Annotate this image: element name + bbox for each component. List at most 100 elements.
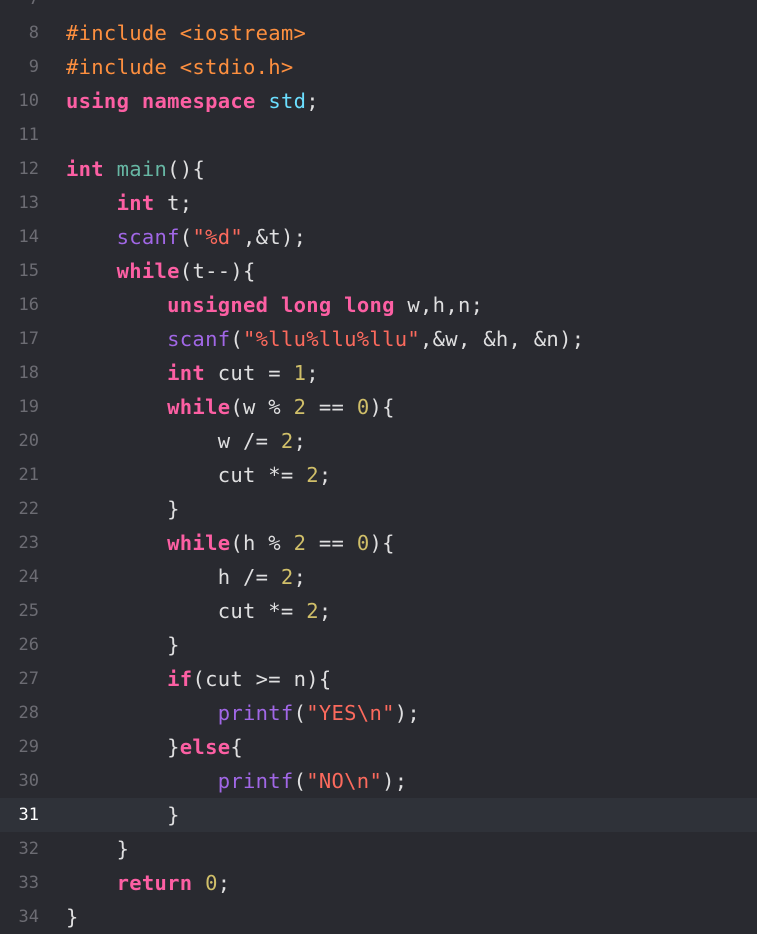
code-token: cut *= (66, 599, 307, 623)
code-line-19[interactable]: 19 while(w % 2 == 0){ (0, 390, 757, 424)
code-text[interactable]: scanf("%d",&t); (66, 220, 306, 254)
code-text[interactable]: int cut = 1; (66, 356, 319, 390)
code-token: ; (306, 361, 319, 385)
line-number: 11 (18, 125, 39, 145)
code-text[interactable]: cut *= 2; (66, 594, 332, 628)
code-token: } (66, 837, 130, 861)
code-token: scanf (116, 225, 180, 249)
code-text[interactable]: } (66, 492, 180, 526)
line-number: 28 (18, 703, 39, 723)
line-number: 7 (0, 0, 39, 16)
code-line-20[interactable]: 20 w /= 2; (0, 424, 757, 458)
code-token: (t--){ (179, 259, 256, 283)
code-token: ; (318, 463, 332, 487)
code-text[interactable]: int t; (66, 186, 193, 220)
code-text[interactable]: } (66, 798, 180, 832)
code-token: 0 (356, 531, 370, 555)
code-line-18[interactable]: 18 int cut = 1; (0, 356, 757, 390)
code-token: long (344, 293, 395, 317)
code-line-7[interactable]: 7 (0, 0, 757, 16)
code-token: int (116, 191, 155, 215)
code-token: } (66, 497, 180, 521)
code-line-22[interactable]: 22 } (0, 492, 757, 526)
code-token: #include <iostream> (66, 21, 307, 45)
code-line-14[interactable]: 14 scanf("%d",&t); (0, 220, 757, 254)
code-text[interactable]: scanf("%llu%llu%llu",&w, &h, &n); (66, 322, 584, 356)
code-token: int (167, 361, 206, 385)
code-text[interactable]: } (66, 628, 180, 662)
code-token: 0 (205, 871, 218, 895)
code-line-17[interactable]: 17 scanf("%llu%llu%llu",&w, &h, &n); (0, 322, 757, 356)
code-line-9[interactable]: 9 #include <stdio.h> (0, 50, 757, 84)
code-line-15[interactable]: 15 while(t--){ (0, 254, 757, 288)
code-token: "%d" (192, 225, 244, 249)
code-line-11[interactable]: 11 (0, 118, 757, 152)
code-token: 2 (293, 395, 307, 419)
code-text[interactable]: } (66, 832, 129, 866)
code-token: ; (217, 871, 231, 895)
code-text[interactable]: cut *= 2; (66, 458, 332, 492)
line-number: 32 (18, 839, 39, 859)
code-line-12[interactable]: 12 int main(){ (0, 152, 757, 186)
code-token: ( (230, 327, 244, 351)
code-text[interactable]: printf("YES\n"); (66, 696, 420, 730)
code-text[interactable]: return 0; (66, 866, 231, 900)
code-text[interactable]: } (66, 900, 79, 934)
line-number: 24 (18, 567, 39, 587)
code-line-30[interactable]: 30 printf("NO\n"); (0, 764, 757, 798)
code-editor[interactable]: 7 8 #include <iostream> 9 #include <stdio.h>… (0, 0, 757, 934)
code-text[interactable]: while(h % 2 == 0){ (66, 526, 395, 560)
code-token: (){ (167, 157, 206, 181)
code-text[interactable]: using namespace std; (66, 84, 319, 118)
line-number: 12 (18, 159, 39, 179)
code-token: 1 (293, 361, 307, 385)
code-text[interactable]: #include <stdio.h> (66, 50, 294, 84)
code-line-31[interactable]: 31 } (0, 798, 757, 832)
code-text[interactable]: }else{ (66, 730, 243, 764)
code-text[interactable]: while(t--){ (66, 254, 256, 288)
line-number: 22 (18, 499, 39, 519)
code-line-10[interactable]: 10 using namespace std; (0, 84, 757, 118)
code-text[interactable]: h /= 2; (66, 560, 306, 594)
code-token: 2 (280, 429, 294, 453)
code-line-28[interactable]: 28 printf("YES\n"); (0, 696, 757, 730)
code-line-27[interactable]: 27 if(cut >= n){ (0, 662, 757, 696)
line-number: 34 (18, 907, 39, 927)
code-text[interactable]: while(w % 2 == 0){ (66, 390, 395, 424)
code-text[interactable]: int main(){ (66, 152, 205, 186)
code-line-32[interactable]: 32 } (0, 832, 757, 866)
line-number: 17 (18, 329, 39, 349)
code-text[interactable]: printf("NO\n"); (66, 764, 407, 798)
code-line-13[interactable]: 13 int t; (0, 186, 757, 220)
code-line-33[interactable]: 33 return 0; (0, 866, 757, 900)
code-token: main (116, 157, 168, 181)
code-line-8[interactable]: 8 #include <iostream> (0, 16, 757, 50)
line-number: 13 (18, 193, 39, 213)
line-number: 25 (18, 601, 39, 621)
code-token: scanf (167, 327, 231, 351)
code-text[interactable]: if(cut >= n){ (66, 662, 332, 696)
code-line-26[interactable]: 26 } (0, 628, 757, 662)
line-number: 21 (18, 465, 39, 485)
code-text[interactable]: w /= 2; (66, 424, 306, 458)
code-line-34[interactable]: 34} (0, 900, 757, 934)
code-line-25[interactable]: 25 cut *= 2; (0, 594, 757, 628)
code-line-24[interactable]: 24 h /= 2; (0, 560, 757, 594)
code-line-16[interactable]: 16 unsigned long long w,h,n; (0, 288, 757, 322)
code-text[interactable]: #include <iostream> (66, 16, 306, 50)
code-text[interactable]: unsigned long long w,h,n; (66, 288, 483, 322)
line-number: 19 (18, 397, 39, 417)
code-token: cut *= (66, 463, 307, 487)
code-line-29[interactable]: 29 }else{ (0, 730, 757, 764)
code-line-21[interactable]: 21 cut *= 2; (0, 458, 757, 492)
line-number: 29 (18, 737, 39, 757)
code-line-23[interactable]: 23 while(h % 2 == 0){ (0, 526, 757, 560)
code-token: } (66, 633, 180, 657)
